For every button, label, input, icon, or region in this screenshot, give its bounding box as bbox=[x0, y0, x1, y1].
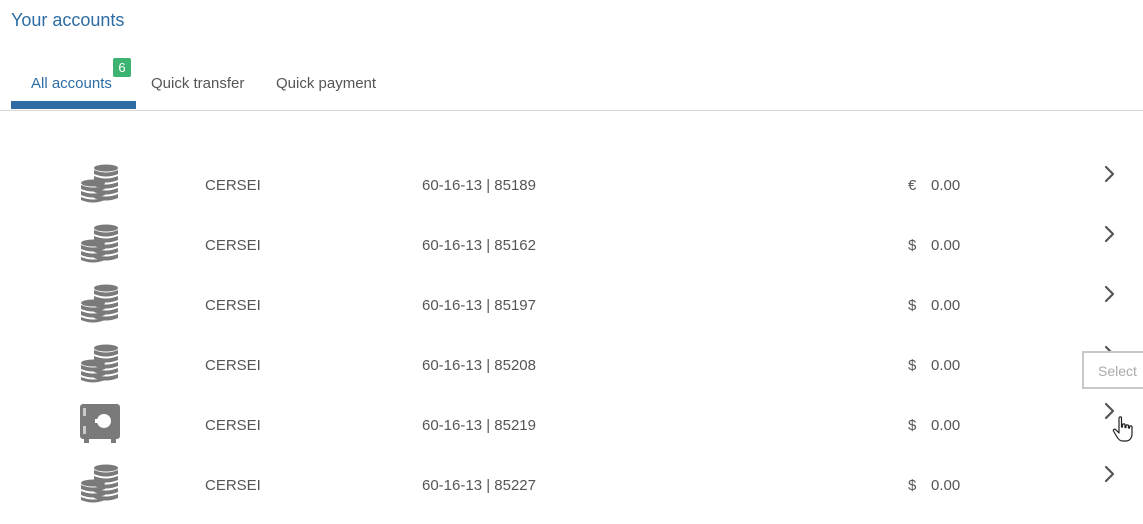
chevron-right-icon[interactable] bbox=[1101, 224, 1117, 244]
account-name: CERSEI bbox=[205, 237, 261, 254]
account-number: 60-16-13 | 85219 bbox=[422, 417, 536, 434]
chevron-right-icon[interactable] bbox=[1101, 164, 1117, 184]
account-number: 60-16-13 | 85189 bbox=[422, 177, 536, 194]
account-row[interactable]: CERSEI 60-16-13 | 85208 $0.00 bbox=[0, 344, 1143, 404]
account-name: CERSEI bbox=[205, 477, 261, 494]
account-number: 60-16-13 | 85227 bbox=[422, 477, 536, 494]
account-row[interactable]: CERSEI 60-16-13 | 85219 $0.00 bbox=[0, 402, 1143, 464]
coins-stack-icon bbox=[80, 164, 120, 204]
coins-stack-icon bbox=[80, 224, 120, 264]
account-row[interactable]: CERSEI 60-16-13 | 85197 $0.00 bbox=[0, 284, 1143, 344]
account-balance: 0.00 bbox=[931, 297, 961, 314]
safe-vault-icon bbox=[80, 404, 120, 444]
account-balance: 0.00 bbox=[931, 417, 961, 434]
account-number: 60-16-13 | 85197 bbox=[422, 297, 536, 314]
account-currency: $ bbox=[908, 297, 917, 314]
account-number: 60-16-13 | 85162 bbox=[422, 237, 536, 254]
account-name: CERSEI bbox=[205, 357, 261, 374]
account-row[interactable]: CERSEI 60-16-13 | 85162 $0.00 bbox=[0, 224, 1143, 284]
tab-bar: All accounts Quick transfer Quick paymen… bbox=[0, 56, 1143, 111]
chevron-right-icon[interactable] bbox=[1101, 464, 1117, 484]
account-balance: 0.00 bbox=[931, 177, 961, 194]
coins-stack-icon bbox=[80, 284, 120, 324]
account-number: 60-16-13 | 85208 bbox=[422, 357, 536, 374]
hand-cursor-icon bbox=[1112, 416, 1133, 442]
active-tab-indicator bbox=[11, 101, 136, 109]
account-balance: 0.00 bbox=[931, 477, 961, 494]
account-row[interactable]: CERSEI 60-16-13 | 85227 $0.00 bbox=[0, 464, 1143, 524]
account-currency: $ bbox=[908, 357, 917, 374]
coins-stack-icon bbox=[80, 464, 120, 504]
account-currency: $ bbox=[908, 237, 917, 254]
account-currency: $ bbox=[908, 417, 917, 434]
tab-quick-payment[interactable]: Quick payment bbox=[276, 56, 376, 110]
select-tooltip: Select bbox=[1082, 351, 1143, 389]
account-name: CERSEI bbox=[205, 177, 261, 194]
tab-quick-transfer[interactable]: Quick transfer bbox=[151, 56, 244, 110]
account-currency: $ bbox=[908, 477, 917, 494]
account-currency: € bbox=[908, 177, 917, 194]
page-title: Your accounts bbox=[11, 10, 125, 30]
coins-stack-icon bbox=[80, 344, 120, 384]
account-name: CERSEI bbox=[205, 297, 261, 314]
account-count-badge: 6 bbox=[113, 58, 131, 77]
account-row[interactable]: CERSEI 60-16-13 | 85189 €0.00 bbox=[0, 164, 1143, 224]
account-balance: 0.00 bbox=[931, 357, 961, 374]
account-balance: 0.00 bbox=[931, 237, 961, 254]
chevron-right-icon[interactable] bbox=[1101, 284, 1117, 304]
account-name: CERSEI bbox=[205, 417, 261, 434]
